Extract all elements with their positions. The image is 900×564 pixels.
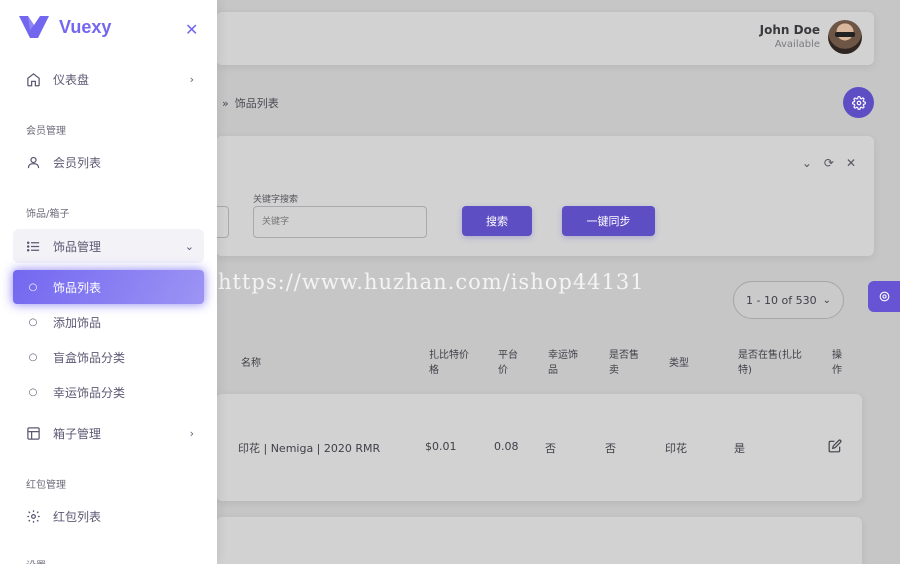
breadcrumb: » 饰品列表 bbox=[222, 95, 279, 111]
home-icon bbox=[19, 72, 47, 87]
sidebar-item-dashboard[interactable]: 仪表盘 › bbox=[13, 62, 204, 96]
user-name[interactable]: John Doe bbox=[760, 23, 820, 37]
col-header-zbt-price: 扎比特价格 bbox=[429, 350, 469, 376]
col-header-platform-price: 平台价 bbox=[498, 350, 518, 376]
edit-button[interactable] bbox=[828, 438, 842, 457]
section-header-settings: 设置 bbox=[26, 557, 46, 564]
settings-button[interactable] bbox=[843, 87, 874, 118]
cell-zbt-on-sale: 是 bbox=[734, 442, 745, 455]
chevron-down-icon: ⌄ bbox=[184, 239, 194, 253]
sidebar-item-label: 饰品列表 bbox=[53, 280, 102, 295]
sidebar: Vuexy ✕ 仪表盘 › 会员管理 会员列表 饰品/箱子 饰品管理 ⌄ ○ 饰… bbox=[0, 0, 217, 564]
cell-lucky: 否 bbox=[545, 442, 556, 455]
cell-name: 印花 | Nemiga | 2020 RMR bbox=[238, 442, 381, 455]
col-header-lucky: 幸运饰品 bbox=[548, 350, 578, 376]
sidebar-item-add-item[interactable]: ○ 添加饰品 bbox=[13, 305, 204, 339]
section-header-members: 会员管理 bbox=[26, 126, 66, 137]
circle-icon: ○ bbox=[28, 281, 38, 293]
search-button[interactable]: 搜索 bbox=[462, 206, 532, 236]
customizer-toggle[interactable] bbox=[868, 281, 900, 312]
brand-name: Vuexy bbox=[59, 16, 112, 37]
sidebar-item-lucky-category[interactable]: ○ 幸运饰品分类 bbox=[13, 375, 204, 409]
section-header-redpacket: 红包管理 bbox=[26, 480, 66, 491]
col-header-zbt-on-sale: 是否在售(扎比 特) bbox=[738, 350, 802, 376]
sidebar-item-label: 红包列表 bbox=[53, 509, 102, 524]
sidebar-item-item-list[interactable]: ○ 饰品列表 bbox=[13, 270, 204, 304]
sidebar-item-label: 仪表盘 bbox=[53, 72, 90, 87]
gear-icon bbox=[19, 509, 47, 524]
chevron-right-icon: › bbox=[189, 72, 194, 86]
sidebar-item-label: 会员列表 bbox=[53, 155, 102, 170]
keyword-label: 关键字搜索 bbox=[253, 195, 299, 205]
col-header-name: 名称 bbox=[241, 358, 261, 369]
top-navbar: John Doe Available bbox=[216, 12, 874, 65]
gear-icon bbox=[851, 95, 866, 110]
sidebar-item-item-manage[interactable]: 饰品管理 ⌄ bbox=[13, 229, 204, 263]
user-icon bbox=[19, 155, 47, 170]
watermark-text: https://www.huzhan.com/ishop44131 bbox=[218, 270, 645, 294]
keyword-input[interactable] bbox=[253, 206, 427, 238]
sidebar-item-label: 盲盒饰品分类 bbox=[53, 350, 126, 365]
chevron-right-icon: › bbox=[189, 426, 194, 440]
gear-icon bbox=[879, 291, 889, 302]
sidebar-item-label: 幸运饰品分类 bbox=[53, 385, 126, 400]
select-field[interactable] bbox=[216, 206, 229, 238]
col-header-on-sale: 是否售卖 bbox=[609, 350, 639, 376]
filter-card: ⌄ ⟳ ✕ 关键字搜索 搜索 一键同步 bbox=[216, 136, 874, 256]
sidebar-item-box-manage[interactable]: 箱子管理 › bbox=[13, 416, 204, 450]
close-icon[interactable]: ✕ bbox=[185, 20, 198, 39]
close-icon[interactable]: ✕ bbox=[846, 156, 856, 170]
cell-zbt-price: $0.01 bbox=[425, 440, 457, 453]
cell-type: 印花 bbox=[665, 442, 687, 455]
breadcrumb-separator: » bbox=[222, 97, 229, 110]
chevron-down-icon: ⌄ bbox=[822, 294, 831, 306]
pagination-range[interactable]: 1 - 10 of 530 ⌄ bbox=[733, 281, 844, 319]
layout-icon bbox=[19, 426, 47, 441]
sidebar-item-redpacket-list[interactable]: 红包列表 bbox=[13, 499, 204, 533]
list-icon bbox=[19, 239, 47, 254]
table-row bbox=[216, 517, 862, 564]
circle-icon: ○ bbox=[28, 351, 38, 363]
sync-button[interactable]: 一键同步 bbox=[562, 206, 655, 236]
refresh-icon[interactable]: ⟳ bbox=[824, 156, 834, 170]
brand[interactable]: Vuexy bbox=[19, 16, 111, 38]
cell-on-sale: 否 bbox=[605, 442, 616, 455]
breadcrumb-current: 饰品列表 bbox=[234, 97, 279, 110]
sidebar-item-label: 箱子管理 bbox=[53, 426, 102, 441]
edit-icon bbox=[828, 439, 842, 453]
cell-platform-price: 0.08 bbox=[494, 440, 519, 453]
circle-icon: ○ bbox=[28, 386, 38, 398]
vuexy-logo-icon bbox=[19, 16, 49, 38]
chevron-down-icon[interactable]: ⌄ bbox=[802, 156, 812, 170]
sidebar-item-label: 饰品管理 bbox=[53, 239, 102, 254]
circle-icon: ○ bbox=[28, 316, 38, 328]
section-header-items: 饰品/箱子 bbox=[26, 209, 70, 220]
user-status: Available bbox=[774, 39, 820, 50]
col-header-type: 类型 bbox=[669, 358, 689, 369]
pagination-range-label: 1 - 10 of 530 bbox=[746, 293, 817, 307]
sidebar-item-blindbox-category[interactable]: ○ 盲盒饰品分类 bbox=[13, 340, 204, 374]
sidebar-item-member-list[interactable]: 会员列表 bbox=[13, 145, 204, 179]
col-header-actions: 操作 bbox=[832, 350, 842, 376]
card-actions: ⌄ ⟳ ✕ bbox=[802, 156, 856, 170]
avatar[interactable] bbox=[828, 20, 862, 54]
sidebar-item-label: 添加饰品 bbox=[53, 315, 102, 330]
